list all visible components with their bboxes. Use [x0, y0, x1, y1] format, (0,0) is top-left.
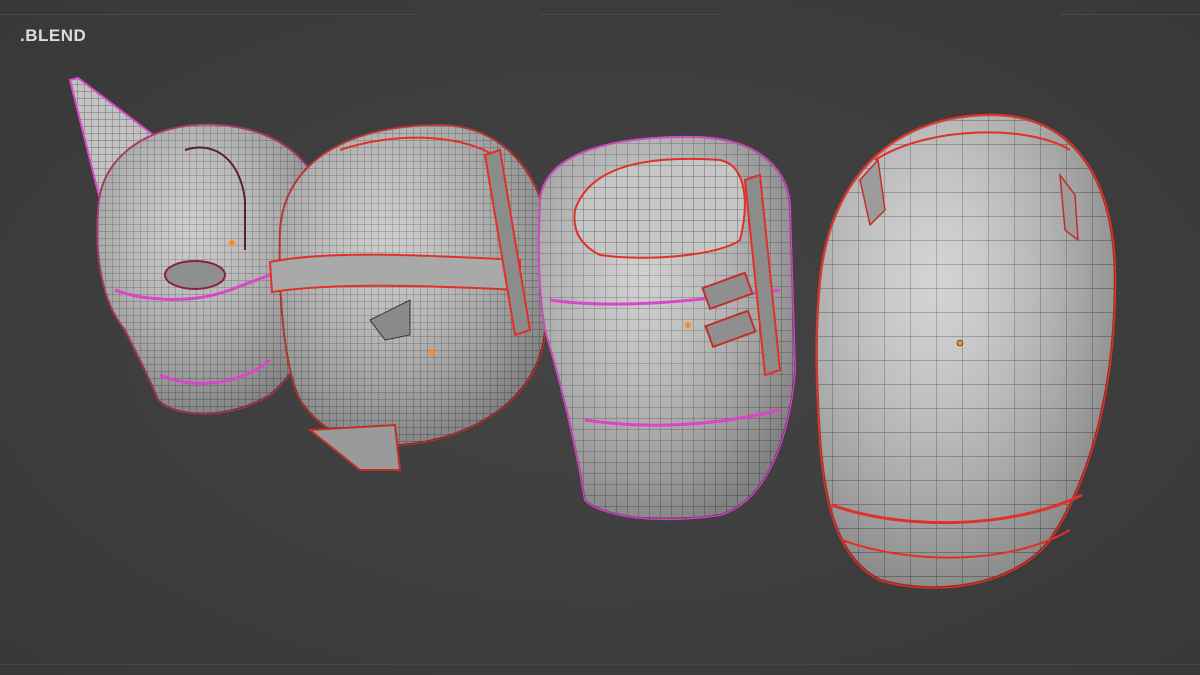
origin-marker	[956, 339, 964, 347]
helmet-visor[interactable]	[268, 123, 550, 471]
footer-divider	[0, 664, 1200, 665]
helmet-crest[interactable]	[537, 135, 797, 520]
origin-marker	[429, 349, 435, 355]
origin-marker	[229, 240, 235, 246]
scene-canvas[interactable]	[0, 0, 1200, 675]
helmet-dome[interactable]	[815, 113, 1117, 589]
visor-band[interactable]	[268, 253, 521, 294]
origin-marker	[685, 322, 691, 328]
3d-viewport[interactable]: .BLEND	[0, 0, 1200, 675]
